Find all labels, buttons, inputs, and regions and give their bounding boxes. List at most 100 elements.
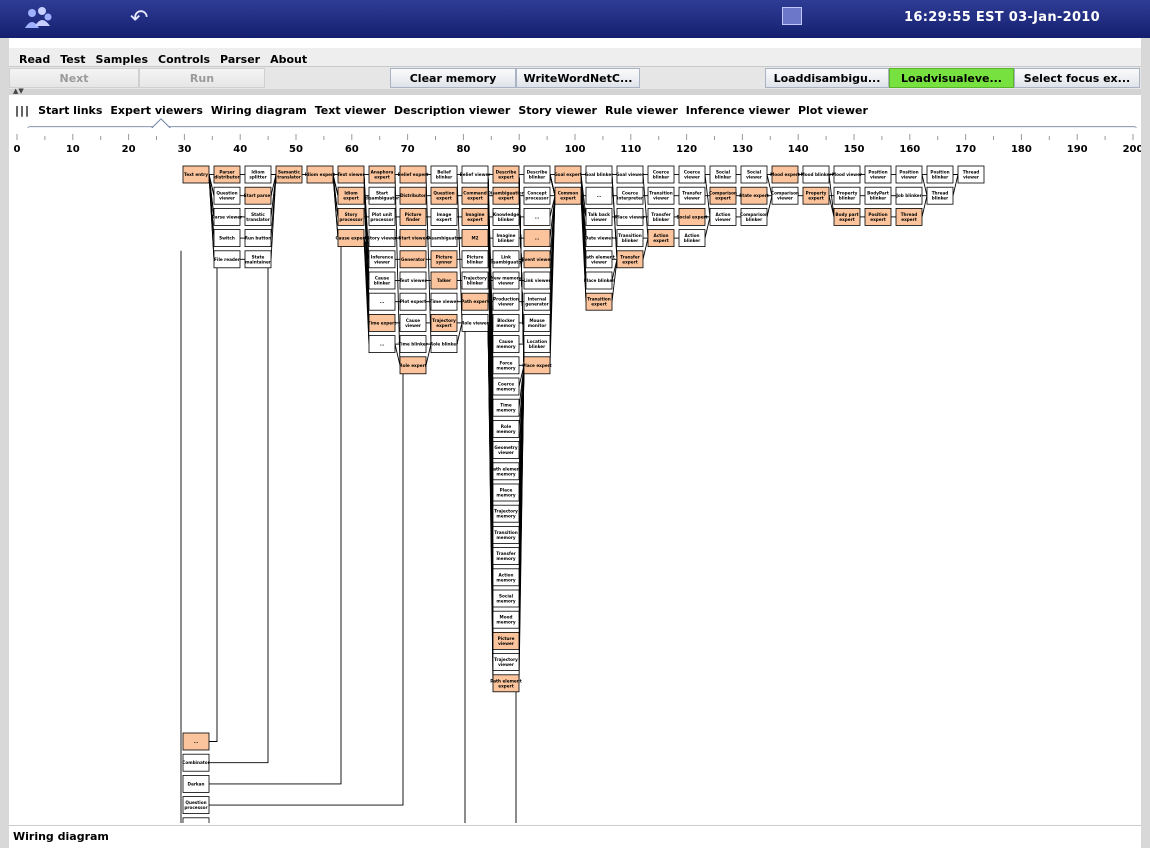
tab-start-links[interactable]: Start links	[38, 101, 102, 121]
component-box[interactable]: Path elementexpert	[490, 674, 522, 693]
component-box[interactable]: Start viewer	[398, 229, 429, 247]
component-box[interactable]: Transitionviewer	[647, 186, 675, 205]
component-box[interactable]: Role blinker	[430, 335, 459, 354]
component-box[interactable]: Text viewer	[337, 165, 365, 184]
component-box[interactable]: Causeblinker	[368, 271, 396, 290]
component-box[interactable]: Goal expert	[554, 165, 582, 184]
component-box[interactable]: Actionmemory	[492, 568, 520, 587]
component-box[interactable]: Questionviewer	[213, 186, 241, 205]
component-box[interactable]: Path elementviewer	[583, 250, 615, 269]
component-box[interactable]: Trajectorymemory	[492, 504, 520, 523]
component-box[interactable]: Actionviewer	[709, 208, 737, 226]
component-box[interactable]: Actionexpert	[647, 229, 675, 247]
component-box[interactable]: Date viewer	[585, 229, 614, 247]
clear-memory-button[interactable]: Clear memory	[390, 68, 516, 88]
component-box[interactable]: Imagineexpert	[461, 208, 489, 226]
component-box[interactable]: Storyprocessor	[337, 208, 365, 226]
component-box[interactable]: Threadexpert	[895, 208, 923, 226]
component-box[interactable]: Path expert	[461, 292, 489, 311]
component-box[interactable]: Link viewer	[523, 271, 551, 290]
component-box[interactable]: Imagineblinker	[492, 229, 520, 247]
component-box[interactable]: Moodmemory	[492, 610, 520, 629]
component-box[interactable]: Questionexpert	[430, 186, 458, 205]
component-box[interactable]: Text viewer	[399, 271, 427, 290]
component-box[interactable]: Positionexpert	[864, 208, 892, 226]
component-box[interactable]: New memoryviewer	[491, 271, 522, 290]
component-box[interactable]: Combinator	[182, 753, 211, 772]
component-box[interactable]: Socialmemory	[492, 589, 520, 608]
component-box[interactable]: M2	[461, 229, 489, 247]
tab-text-viewer[interactable]: Text viewer	[315, 101, 386, 121]
component-box[interactable]: Idiomexpert	[337, 186, 365, 205]
component-box[interactable]: Time blinker	[398, 335, 429, 354]
component-box[interactable]: Cause expert	[335, 229, 367, 247]
component-box[interactable]: Belief expert	[398, 165, 428, 184]
component-box[interactable]: Positionblinker	[926, 165, 954, 184]
component-box[interactable]: Mood expert	[770, 165, 800, 184]
component-box[interactable]: Positionviewer	[864, 165, 892, 184]
component-box[interactable]: Geometryviewer	[492, 441, 520, 460]
component-box[interactable]: Describeblinker	[523, 165, 551, 184]
component-box[interactable]: Comparisonexpert	[709, 186, 737, 205]
component-box[interactable]: Questionprocessor	[182, 796, 210, 814]
component-box[interactable]: State expert	[739, 186, 769, 205]
component-box[interactable]: Linkdisambiguator	[489, 250, 524, 269]
component-box[interactable]: ...	[523, 229, 551, 247]
component-box[interactable]: Talker	[430, 271, 458, 290]
component-box[interactable]: Coercememory	[492, 377, 520, 396]
component-box[interactable]: Talk backviewer	[585, 208, 613, 226]
component-box[interactable]: Internalgenerator	[523, 292, 551, 311]
collapse-arrows-icon[interactable]: ▲▼	[13, 87, 24, 95]
tab-story-viewer[interactable]: Story viewer	[518, 101, 597, 121]
component-box[interactable]: Threadblinker	[926, 186, 954, 205]
component-box[interactable]: Comparisonviewer	[771, 186, 799, 205]
component-box[interactable]: Forcememory	[492, 356, 520, 375]
component-box[interactable]: ...	[182, 732, 210, 751]
component-box[interactable]: Transitionblinker	[616, 229, 644, 247]
component-box[interactable]: Productionviewer	[492, 292, 520, 311]
component-box[interactable]: Plot unitprocessor	[368, 208, 396, 226]
component-box[interactable]: Parse viewer	[212, 208, 243, 226]
component-box[interactable]: Semantictranslator	[275, 165, 303, 184]
component-box[interactable]: Pictureblinker	[461, 250, 489, 269]
component-box[interactable]: Positionviewer	[895, 165, 923, 184]
wiring-diagram-svg[interactable]: 0 10 20 30 40 50 60 70 80 90 100 110 120 130 140 150 160…	[9, 128, 1143, 848]
component-box[interactable]: Transitionexpert	[585, 292, 613, 311]
component-box[interactable]: Idiomsplitter	[244, 165, 272, 184]
component-box[interactable]: Threadviewer	[957, 165, 985, 184]
component-box[interactable]: Startdisambiguator	[365, 186, 400, 205]
component-box[interactable]: Causeviewer	[399, 313, 427, 332]
next-button[interactable]: Next	[9, 68, 139, 88]
component-box[interactable]: Picturefinder	[399, 208, 427, 226]
component-box[interactable]: Place viewer	[615, 208, 646, 226]
component-box[interactable]: BodyPartblinker	[864, 186, 892, 205]
component-box[interactable]: Time expert	[368, 313, 396, 332]
back-arrow-icon[interactable]: ↶	[130, 6, 148, 31]
component-box[interactable]: Disambiguator	[427, 229, 463, 247]
component-box[interactable]: Story viewer	[367, 229, 398, 247]
component-box[interactable]: Knowledgeblinker	[492, 208, 520, 226]
component-box[interactable]: ...	[585, 186, 613, 205]
component-box[interactable]: Idiom expert	[305, 165, 335, 184]
component-box[interactable]: Transferviewer	[678, 186, 706, 205]
component-box[interactable]: Imageexpert	[430, 208, 458, 226]
component-box[interactable]: Trajectoryblinker	[461, 271, 489, 290]
component-box[interactable]: Disambiguationexpert	[487, 186, 525, 205]
component-box[interactable]: Describeexpert	[492, 165, 520, 184]
component-box[interactable]: Event viewer	[522, 250, 554, 269]
tab-description-viewer[interactable]: Description viewer	[394, 101, 510, 121]
component-box[interactable]: Anaphoraexpert	[368, 165, 396, 184]
component-box[interactable]: Role viewer	[461, 313, 490, 332]
component-box[interactable]: Placememory	[492, 483, 520, 502]
component-box[interactable]: Role expert	[399, 356, 427, 375]
display-tray-icon[interactable]	[782, 7, 802, 25]
component-box[interactable]: Place blinker	[584, 271, 615, 290]
component-box[interactable]: Actionblinker	[678, 229, 706, 247]
tab-inference-viewer[interactable]: Inference viewer	[686, 101, 790, 121]
component-box[interactable]: Pictureviewer	[492, 631, 520, 650]
component-box[interactable]: Socialblinker	[709, 165, 737, 184]
component-box[interactable]: Goal viewer	[616, 165, 645, 184]
component-box[interactable]: Path elementmemory	[490, 462, 522, 481]
tab-plot-viewer[interactable]: Plot viewer	[798, 101, 868, 121]
component-box[interactable]: Social expert	[677, 208, 708, 226]
